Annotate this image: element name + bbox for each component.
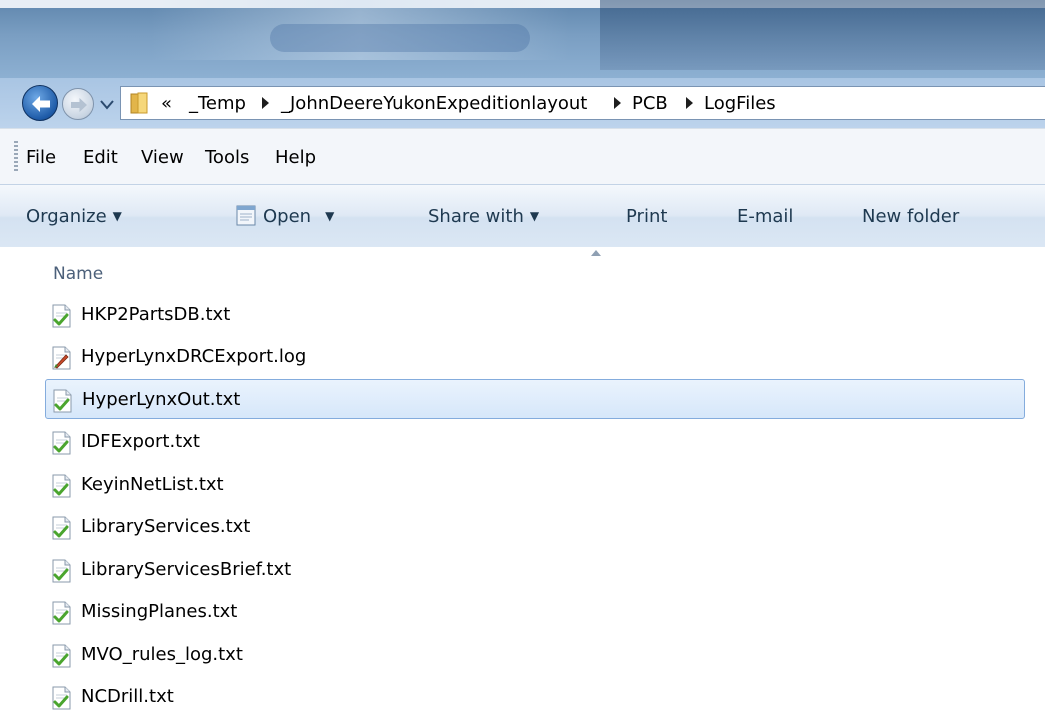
file-row[interactable]: MissingPlanes.txt [45, 592, 1025, 632]
dropdown-arrow-icon: ▼ [325, 209, 335, 223]
text-file-icon [52, 516, 71, 540]
email-button[interactable]: E-mail [737, 206, 793, 227]
text-file-icon [52, 304, 71, 328]
breadcrumb-arrow-icon[interactable] [261, 97, 270, 109]
breadcrumb-logfiles[interactable]: LogFiles [704, 93, 776, 114]
breadcrumb-arrow-icon[interactable] [685, 97, 694, 109]
menu-edit[interactable]: Edit [83, 147, 118, 168]
open-label: Open [263, 206, 312, 227]
file-row[interactable]: HKP2PartsDB.txt [45, 295, 1025, 335]
new-folder-button[interactable]: New folder [862, 206, 959, 227]
print-button[interactable]: Print [626, 206, 667, 227]
share-with-label: Share with [428, 206, 524, 227]
command-bar: Organize ▼ Open ▼ Share with ▼ Print E-mail… [0, 184, 1045, 249]
file-name: HyperLynxOut.txt [82, 389, 241, 410]
address-bar[interactable]: « _Temp _JohnDeereYukonExpeditionlayout … [120, 86, 1045, 120]
open-button[interactable]: Open ▼ [263, 206, 334, 227]
organize-button[interactable]: Organize ▼ [26, 206, 122, 227]
file-name: MissingPlanes.txt [81, 601, 238, 622]
text-file-icon [52, 601, 71, 625]
text-file-icon [53, 389, 72, 413]
file-name: NCDrill.txt [81, 686, 174, 707]
log-file-icon [52, 346, 71, 370]
file-row[interactable]: LibraryServicesBrief.txt [45, 550, 1025, 590]
title-bar-blur [270, 24, 530, 52]
file-name: LibraryServices.txt [81, 516, 251, 537]
breadcrumb-pcb[interactable]: PCB [632, 93, 668, 114]
file-name: HKP2PartsDB.txt [81, 304, 231, 325]
menu-grip-handle [14, 141, 18, 171]
forward-arrow-icon [71, 98, 87, 112]
file-name: HyperLynxDRCExport.log [81, 346, 307, 367]
file-row[interactable]: IDFExport.txt [45, 422, 1025, 462]
menu-tools[interactable]: Tools [205, 147, 249, 168]
address-overflow-chevron[interactable]: « [161, 93, 172, 114]
folder-icon [130, 92, 148, 114]
text-file-icon [52, 644, 71, 668]
file-row[interactable]: HyperLynxOut.txt [45, 379, 1025, 419]
text-file-icon [52, 474, 71, 498]
notepad-icon [236, 205, 256, 226]
menu-view[interactable]: View [141, 147, 184, 168]
menu-bar: File Edit View Tools Help [0, 128, 1045, 185]
window-title-bar [0, 0, 1045, 78]
file-name: MVO_rules_log.txt [81, 644, 243, 665]
text-file-icon [52, 686, 71, 710]
recent-pages-chevron-icon[interactable] [99, 98, 115, 112]
file-name: IDFExport.txt [81, 431, 200, 452]
file-row[interactable]: NCDrill.txt [45, 677, 1025, 717]
navigation-bar: « _Temp _JohnDeereYukonExpeditionlayout … [0, 78, 1045, 128]
breadcrumb-arrow-icon[interactable] [613, 97, 622, 109]
dropdown-arrow-icon: ▼ [529, 209, 540, 223]
organize-label: Organize [26, 206, 107, 227]
file-row[interactable]: LibraryServices.txt [45, 507, 1025, 547]
forward-button[interactable] [62, 88, 94, 120]
back-button[interactable] [22, 85, 58, 121]
sort-ascending-icon [591, 250, 601, 256]
file-name: KeyinNetList.txt [81, 474, 224, 495]
title-bar-background-window [600, 0, 1045, 70]
share-with-button[interactable]: Share with ▼ [428, 206, 539, 227]
text-file-icon [52, 431, 71, 455]
column-header-name[interactable]: Name [53, 264, 103, 284]
menu-help[interactable]: Help [275, 147, 316, 168]
file-row[interactable]: MVO_rules_log.txt [45, 635, 1025, 675]
text-file-icon [52, 559, 71, 583]
breadcrumb-project[interactable]: _JohnDeereYukonExpeditionlayout [281, 93, 587, 114]
file-name: LibraryServicesBrief.txt [81, 559, 292, 580]
file-row[interactable]: KeyinNetList.txt [45, 465, 1025, 505]
dropdown-arrow-icon: ▼ [112, 209, 122, 223]
breadcrumb-temp[interactable]: _Temp [189, 93, 246, 114]
file-row[interactable]: HyperLynxDRCExport.log [45, 337, 1025, 377]
back-arrow-icon [32, 96, 50, 112]
menu-file[interactable]: File [26, 147, 56, 168]
file-list: Name HKP2PartsDB.txt HyperLynxDRCExport.l… [0, 247, 1045, 727]
